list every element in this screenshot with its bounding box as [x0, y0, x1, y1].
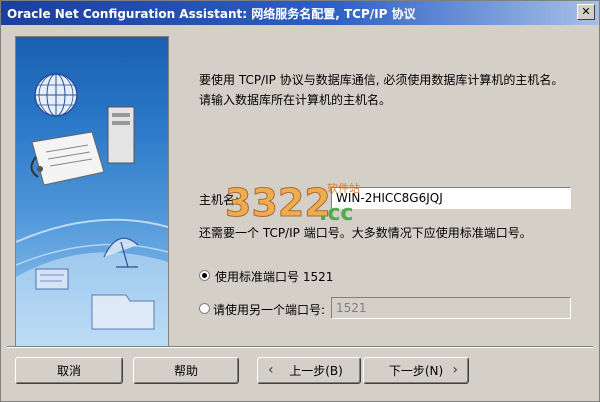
- cancel-label: 取消: [56, 364, 81, 378]
- window-title: Oracle Net Configuration Assistant: 网络服务…: [7, 7, 416, 21]
- wizard-illustration: [15, 36, 169, 348]
- chevron-right-icon: ›: [452, 362, 458, 378]
- hostname-label: 主机名:: [199, 193, 240, 207]
- title-bar[interactable]: Oracle Net Configuration Assistant: 网络服务…: [1, 1, 599, 25]
- next-button[interactable]: 下一步(N) ›: [363, 357, 469, 384]
- hostname-input[interactable]: WIN-2HICC8G6JQJ: [331, 187, 571, 209]
- back-button[interactable]: ‹ 上一步(B): [257, 357, 361, 384]
- help-button[interactable]: 帮助: [133, 357, 239, 384]
- chevron-left-icon: ‹: [268, 362, 274, 378]
- intro-line-2: 请输入数据库所在计算机的主机名。: [199, 93, 392, 107]
- footer-separator: [7, 346, 593, 348]
- other-port-radio[interactable]: [199, 303, 210, 314]
- network-globe-document-icon: [16, 73, 168, 347]
- other-port-label[interactable]: 请使用另一个端口号:: [213, 301, 325, 318]
- dialog-window: Oracle Net Configuration Assistant: 网络服务…: [0, 0, 600, 402]
- help-label: 帮助: [173, 364, 198, 378]
- next-label: 下一步(N): [388, 364, 444, 378]
- intro-text: 要使用 TCP/IP 协议与数据库通信, 必须使用数据库计算机的主机名。 请输入…: [199, 70, 589, 110]
- watermark-main: 3322: [225, 181, 331, 225]
- port-note: 还需要一个 TCP/IP 端口号。大多数情况下应使用标准端口号。: [199, 226, 532, 240]
- back-label: 上一步(B): [289, 364, 343, 378]
- standard-port-radio[interactable]: [199, 270, 210, 281]
- standard-port-label[interactable]: 使用标准端口号 1521: [215, 268, 333, 285]
- other-port-input[interactable]: 1521: [331, 297, 571, 319]
- intro-line-1: 要使用 TCP/IP 协议与数据库通信, 必须使用数据库计算机的主机名。: [199, 73, 564, 87]
- close-button[interactable]: ✕: [577, 4, 595, 20]
- cancel-button[interactable]: 取消: [15, 357, 123, 384]
